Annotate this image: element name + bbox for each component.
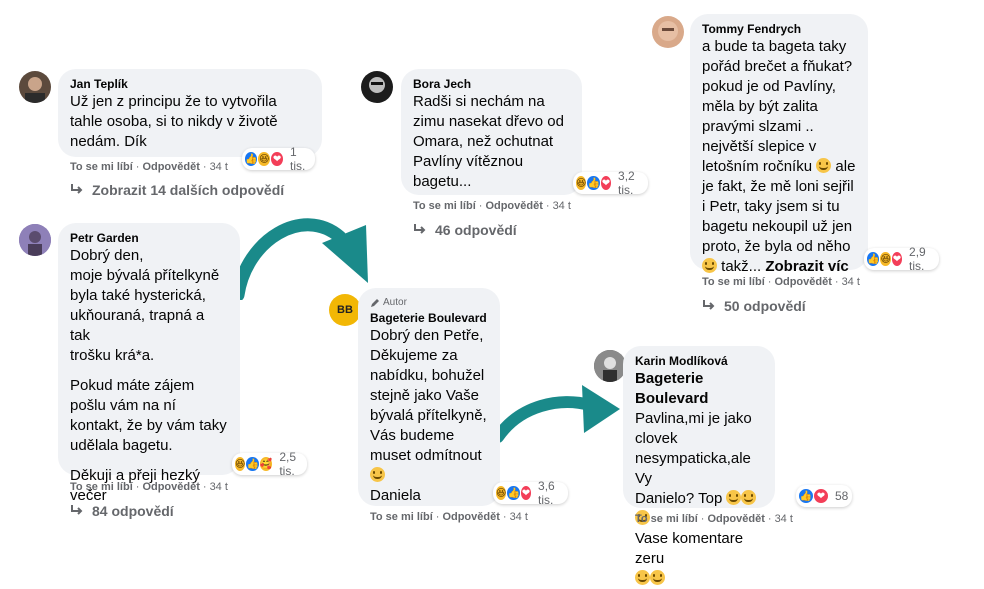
see-more-link[interactable]: Zobrazit víc <box>765 258 848 275</box>
like-button[interactable]: To se mi líbí <box>635 513 698 525</box>
comment-actions: To se mi líbí · Odpovědět · 34 t <box>70 161 228 173</box>
comment-author[interactable]: Bageterie Boulevard <box>370 311 488 326</box>
curved-arrow-left <box>231 218 368 300</box>
reactions-summary[interactable]: 👍 😆 ❤ 2,9 tis. <box>864 245 939 273</box>
comment-author[interactable]: Karin Modlíková <box>635 354 763 369</box>
comment-bubble: Autor Bageterie Boulevard Dobrý den Petř… <box>358 288 500 506</box>
reply-button[interactable]: Odpovědět <box>707 513 764 525</box>
reaction-count: 3,2 tis. <box>618 169 635 197</box>
comment-text: Už jen z principu že to vytvořila tahle … <box>70 93 278 150</box>
reaction-count: 2,5 tis. <box>279 450 297 478</box>
reactions-summary[interactable]: 👍 😆 ❤ 1 tis. <box>242 145 316 173</box>
smile-emoji-icon <box>816 158 832 173</box>
comment-bubble: Tommy Fendrych a bude ta bageta taky poř… <box>690 14 868 275</box>
comment-text: Dobrý den Petře, Děkujeme za nabídku, bo… <box>370 327 487 504</box>
view-replies-link[interactable]: 84 odpovědí <box>70 503 174 519</box>
reply-arrow-icon <box>414 224 426 234</box>
comment-bubble: Petr Garden Dobrý den, moje bývalá příte… <box>58 223 240 504</box>
comment-author[interactable]: Bora Jech <box>413 77 570 92</box>
love-reaction-icon: ❤ <box>519 485 533 501</box>
like-reaction-icon: 👍 <box>866 251 881 267</box>
haha-reaction-icon: 😆 <box>257 151 272 167</box>
reactions-summary[interactable]: 👍 ❤ 58 <box>796 485 853 507</box>
reply-arrow-icon <box>71 505 83 515</box>
love-reaction-icon: ❤ <box>813 488 829 504</box>
comment-age[interactable]: 34 t <box>842 276 860 288</box>
reply-button[interactable]: Odpovědět <box>142 161 199 173</box>
love-reaction-icon: ❤ <box>599 175 613 191</box>
reply-button[interactable]: Odpovědět <box>442 511 499 523</box>
comment-age[interactable]: 34 t <box>553 200 571 212</box>
comment-text: Radši si nechám na zimu nasekat dřevo od… <box>413 93 564 190</box>
reaction-count: 3,6 tis. <box>538 479 555 507</box>
reactions-summary[interactable]: 😆 👍 ❤ 3,6 tis. <box>493 479 568 507</box>
reaction-count: 58 <box>835 489 849 503</box>
like-button[interactable]: To se mi líbí <box>702 276 765 288</box>
comment-actions: To se mi líbí · Odpovědět · 34 t <box>370 511 528 523</box>
smile-emoji-icon <box>702 258 717 273</box>
care-reaction-icon: 🥰 <box>258 456 274 472</box>
author-badge: Autor <box>370 296 488 309</box>
love-reaction-icon: ❤ <box>270 151 285 167</box>
comment-author[interactable]: Tommy Fendrych <box>702 22 856 37</box>
comment-bubble: Karin Modlíková Bageterie Boulevard Pavl… <box>623 346 775 585</box>
comment-age[interactable]: 34 t <box>510 511 528 523</box>
comment-age[interactable]: 34 t <box>775 513 793 525</box>
like-reaction-icon: 👍 <box>245 456 260 472</box>
curved-arrow-right <box>492 385 620 443</box>
avatar[interactable] <box>594 350 626 382</box>
reactions-summary[interactable]: 😆 👍 ❤ 3,2 tis. <box>573 169 648 197</box>
like-reaction-icon: 👍 <box>244 151 259 167</box>
reaction-count: 1 tis. <box>290 145 306 173</box>
like-reaction-icon: 👍 <box>586 175 601 191</box>
comment-bubble: Bora Jech Radši si nechám na zimu naseka… <box>401 69 582 195</box>
reactions-summary[interactable]: 😆 👍 🥰 2,5 tis. <box>232 450 307 478</box>
comment-author[interactable]: Petr Garden <box>70 231 228 246</box>
like-button[interactable]: To se mi líbí <box>70 481 133 493</box>
avatar[interactable] <box>652 16 684 48</box>
comment-actions: To se mi líbí · Odpovědět · 34 t <box>70 481 228 493</box>
like-button[interactable]: To se mi líbí <box>413 200 476 212</box>
view-replies-link[interactable]: 46 odpovědí <box>413 222 517 238</box>
reply-arrow-icon <box>703 300 715 310</box>
like-reaction-icon: 👍 <box>506 485 521 501</box>
like-reaction-icon: 👍 <box>798 488 814 504</box>
comment-actions: To se mi líbí · Odpovědět · 34 t <box>413 200 571 212</box>
comment-author[interactable]: Jan Teplík <box>70 77 310 92</box>
laugh-emoji-icon <box>741 490 757 505</box>
reply-button[interactable]: Odpovědět <box>774 276 831 288</box>
laugh-emoji-icon <box>726 490 742 505</box>
comment-age[interactable]: 34 t <box>210 161 228 173</box>
love-reaction-icon: ❤ <box>890 251 904 267</box>
view-replies-link[interactable]: 50 odpovědí <box>702 298 806 314</box>
comment-actions: To se mi líbí · Odpovědět · 34 t <box>702 276 860 288</box>
avatar[interactable]: BB <box>329 294 361 326</box>
reply-button[interactable]: Odpovědět <box>142 481 199 493</box>
comment-text: Bageterie Boulevard Pavlina,mi je jako c… <box>635 369 763 589</box>
comment-text: a bude ta bageta taky pořád brečet a fňu… <box>702 38 856 275</box>
mention-link[interactable]: Bageterie Boulevard <box>635 369 763 409</box>
comment-age[interactable]: 34 t <box>210 481 228 493</box>
laugh-emoji-icon <box>635 570 650 585</box>
comment-actions: To se mi líbí · Odpovědět · 34 t <box>635 513 793 525</box>
avatar[interactable] <box>19 224 51 256</box>
avatar[interactable] <box>19 71 51 103</box>
comment-bubble: Jan Teplík Už jen z principu že to vytvo… <box>58 69 322 157</box>
laugh-emoji-icon <box>650 570 665 585</box>
reaction-count: 2,9 tis. <box>909 245 926 273</box>
like-button[interactable]: To se mi líbí <box>70 161 133 173</box>
reply-button[interactable]: Odpovědět <box>485 200 542 212</box>
comment-text: Dobrý den, moje bývalá přítelkyně byla t… <box>70 247 227 504</box>
avatar[interactable] <box>361 71 393 103</box>
like-button[interactable]: To se mi líbí <box>370 511 433 523</box>
pencil-icon <box>371 298 379 307</box>
reply-arrow-icon <box>71 184 83 194</box>
sad-emoji-icon <box>370 467 385 482</box>
view-replies-link[interactable]: Zobrazit 14 dalších odpovědí <box>70 182 284 198</box>
brand-logo: BB <box>337 304 353 316</box>
